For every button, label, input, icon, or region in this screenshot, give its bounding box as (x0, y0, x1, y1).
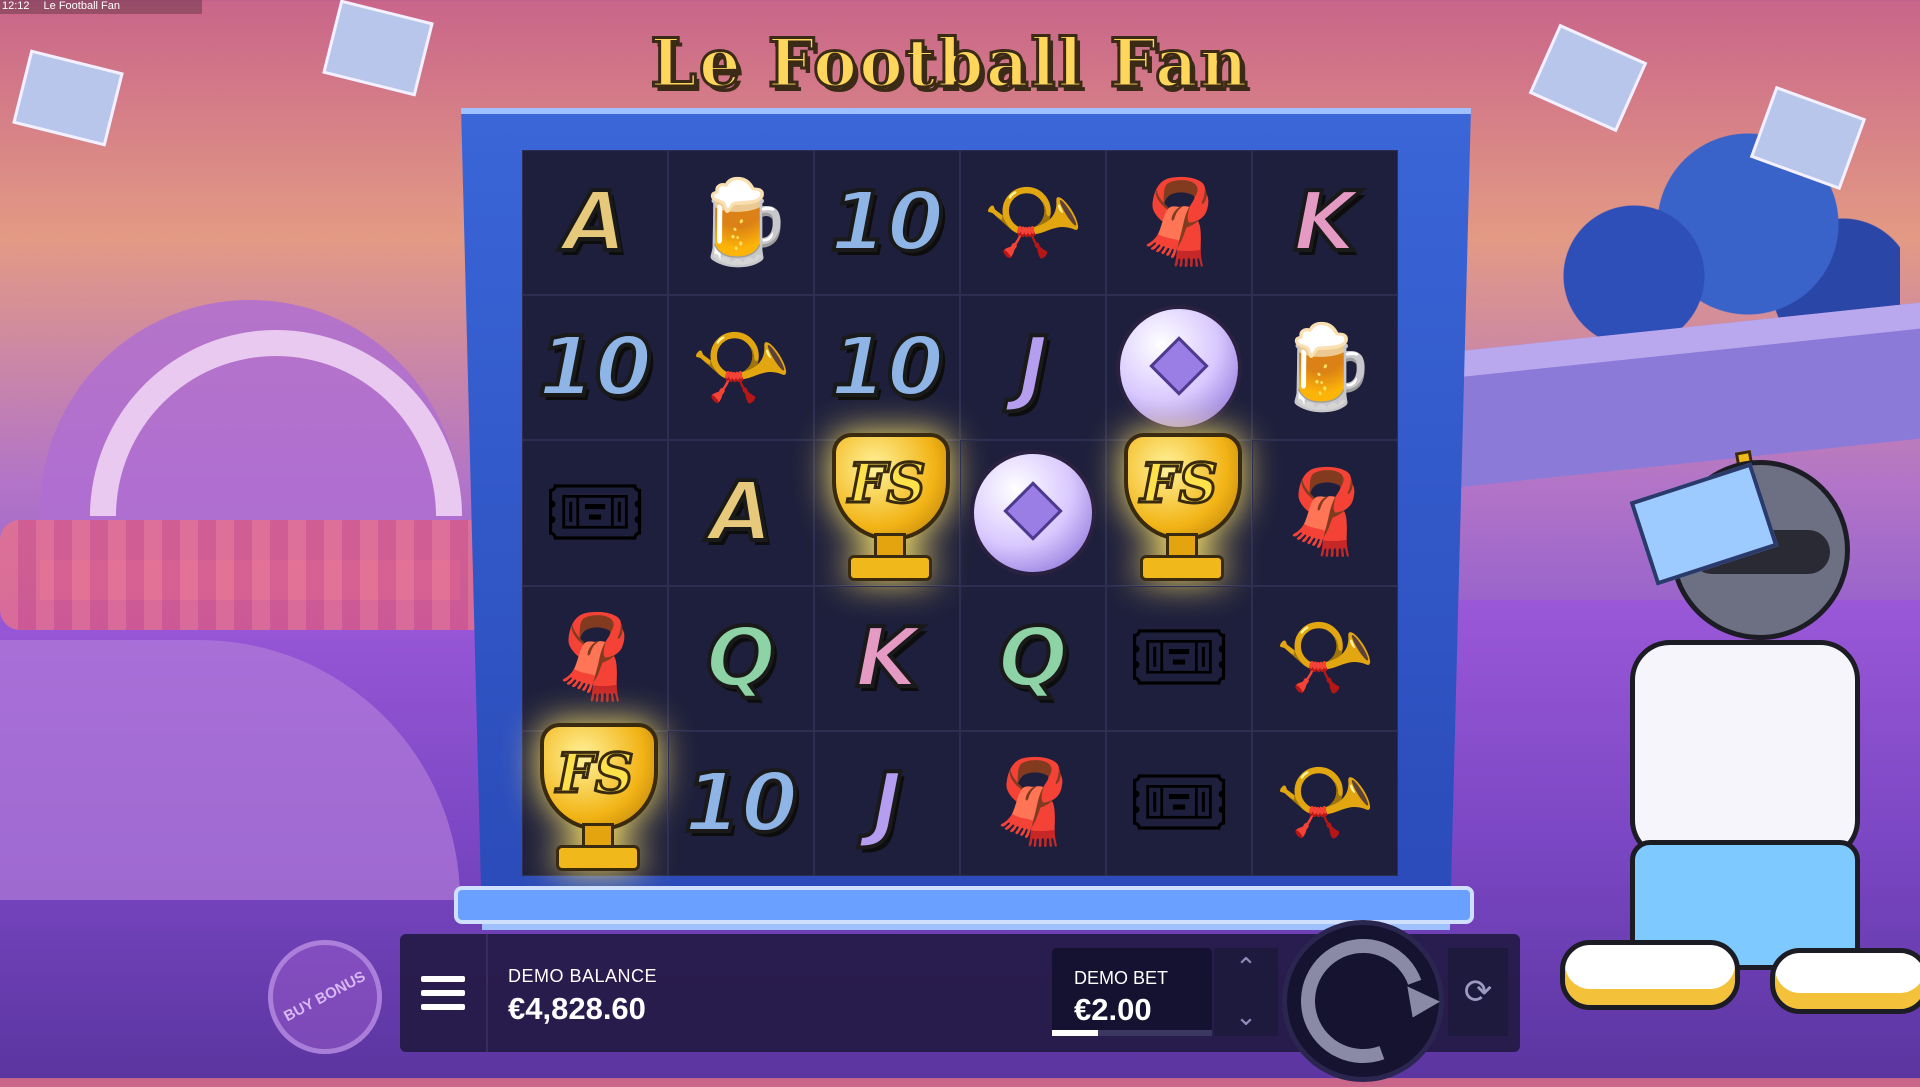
bet-decrease-icon[interactable]: ⌄ (1235, 1001, 1257, 1032)
bet-level-fill (1052, 1030, 1098, 1036)
reel-cell: 🍺 (668, 150, 814, 296)
symbol-j: J (870, 754, 904, 853)
balance-display: DEMO BALANCE €4,828.60 (508, 966, 657, 1027)
menu-icon-line (421, 976, 465, 982)
reel-cell (1106, 295, 1252, 441)
reel-cell: 10 (814, 295, 960, 441)
bet-increase-icon[interactable]: ⌃ (1235, 952, 1257, 983)
ticket-icon: 🎟 (1126, 757, 1232, 849)
symbol-10: 10 (536, 318, 654, 417)
menu-icon-line (421, 1004, 465, 1010)
mascot-shoe (1770, 948, 1920, 1014)
symbol-q: Q (704, 609, 778, 708)
window-title-strip: 12:12 Le Football Fan (0, 0, 202, 14)
menu-icon-line (421, 990, 465, 996)
horn-icon: 📯 (1273, 757, 1377, 849)
reel-cell: K (814, 585, 960, 731)
reel-cell: 🧣 (1252, 440, 1398, 586)
reel-cell: FS (814, 432, 960, 586)
balance-label: DEMO BALANCE (508, 966, 658, 986)
ticket-icon: 🎟 (1126, 612, 1232, 704)
reel-cell: 📯 (1252, 730, 1398, 876)
reel-cell: 📯 (668, 295, 814, 441)
symbol-10: 10 (828, 318, 946, 417)
bet-stepper: ⌃ ⌄ (1214, 948, 1278, 1036)
free-spins-trophy-icon: FS (530, 723, 660, 873)
beer-mug-icon: 🍺 (1273, 321, 1377, 413)
trophy-base (848, 554, 932, 581)
scarf-icon: 🧣 (1127, 176, 1231, 268)
trophy-base (1140, 554, 1224, 581)
scarf-icon: 🧣 (1273, 466, 1377, 558)
trophy-label: FS (555, 740, 635, 807)
symbol-k: K (853, 609, 921, 708)
clock-text: 12:12 (2, 0, 30, 12)
reel-cell: 🎟 (522, 440, 668, 586)
reel-cell: 🍺 (1252, 295, 1398, 441)
spin-button[interactable] (1280, 918, 1446, 1084)
reel-cell: 🧣 (522, 585, 668, 731)
ticket-icon: 🎟 (542, 466, 648, 558)
symbol-q: Q (996, 609, 1070, 708)
raccoon-mascot (1560, 440, 1920, 1030)
trophy-label: FS (1139, 449, 1219, 516)
reel-cell: J (814, 730, 960, 876)
symbol-a: A (707, 463, 774, 562)
beer-mug-icon: 🍺 (689, 176, 793, 268)
trophy-base (556, 845, 640, 872)
reel-cell: FS (1106, 432, 1252, 586)
reel-cell: A (668, 440, 814, 586)
scarf-icon: 🧣 (543, 612, 647, 704)
autoplay-icon: ⟳ (1463, 973, 1493, 1011)
reel-cell: 🧣 (960, 730, 1106, 876)
free-spins-trophy-icon: FS (822, 432, 952, 583)
reel-cell: 10 (814, 150, 960, 296)
spin-arrow-icon (1396, 986, 1440, 1026)
autoplay-button[interactable]: ⟳ (1448, 948, 1508, 1036)
reel-cell: 🎟 (1106, 585, 1252, 731)
symbol-10: 10 (682, 754, 800, 853)
bunting-flag (1528, 23, 1648, 133)
game-logo: Le Football Fan (649, 23, 1250, 104)
bet-label: DEMO BET (1074, 968, 1169, 988)
mascot-body (1630, 640, 1860, 860)
reel-cell: J (960, 295, 1106, 441)
reel-cell: 🎟 (1106, 730, 1252, 876)
symbol-k: K (1291, 173, 1359, 272)
balance-value: €4,828.60 (508, 991, 646, 1026)
horn-icon: 📯 (689, 321, 793, 413)
football-icon (1116, 304, 1242, 431)
bunting-flag (12, 49, 124, 147)
reel-cell: Q (960, 585, 1106, 731)
football-icon (970, 449, 1096, 576)
trophy-label: FS (847, 449, 927, 516)
reel-cell: FS (522, 723, 668, 876)
bet-value: €2.00 (1074, 992, 1152, 1027)
free-spins-trophy-icon: FS (1114, 432, 1244, 583)
scarf-icon: 🧣 (981, 757, 1085, 849)
background-crowd (0, 520, 520, 630)
window-title: Le Football Fan (43, 0, 120, 12)
horn-icon: 📯 (1273, 612, 1377, 704)
bunting-flag (322, 0, 434, 97)
symbol-j: J (1016, 318, 1050, 417)
horn-icon: 📯 (981, 176, 1085, 268)
reel-cell: 🧣 (1106, 150, 1252, 296)
reel-cell: K (1252, 150, 1398, 296)
reel-frame-ledge (454, 886, 1474, 924)
reel-cell: 10 (522, 295, 668, 441)
reel-cell: 10 (668, 730, 814, 876)
mascot-shoe (1560, 940, 1740, 1010)
reel-cell: Q (668, 585, 814, 731)
reel-cell: 📯 (960, 150, 1106, 296)
symbol-10: 10 (828, 173, 946, 272)
symbol-a: A (561, 173, 628, 272)
reel-grid: A 🍺 10 📯 🧣 K 10 📯 10 J 🍺 🎟 A FS FS 🧣 🧣 Q K Q 🎟 📯 FS 10 J 🧣 🎟 📯 (522, 150, 1398, 876)
reel-cell: A (522, 150, 668, 296)
reel-cell: 📯 (1252, 585, 1398, 731)
menu-button[interactable] (400, 934, 488, 1052)
reel-cell (960, 440, 1106, 586)
bet-display: DEMO BET €2.00 (1052, 948, 1212, 1036)
